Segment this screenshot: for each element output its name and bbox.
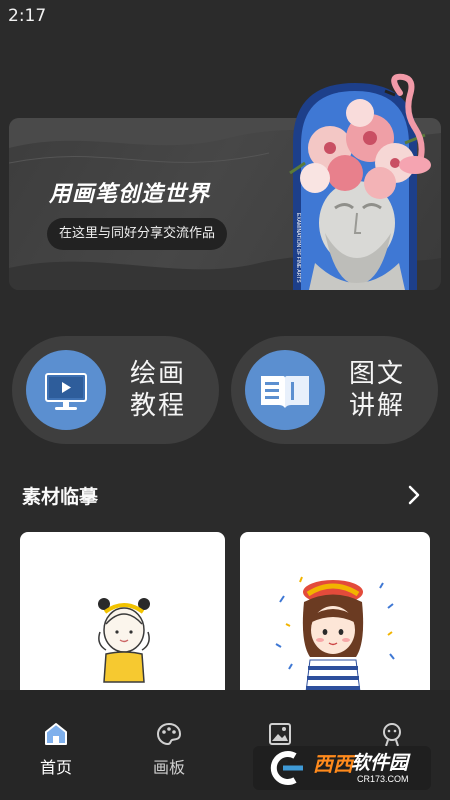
monitor-play-icon — [45, 373, 87, 410]
palette-icon — [156, 722, 182, 746]
banner-art-caption: EXAMINATION OF FINE ARTS — [295, 213, 301, 283]
painting-tutorial-button[interactable]: 绘画教程 — [12, 336, 219, 444]
watermark-domain: CR173.COM — [357, 774, 409, 784]
hero-banner[interactable]: 用画笔创造世界 在这里与同好分享交流作品 EXAMINATION OF FINE… — [9, 73, 441, 290]
statue-flowers-illustration: EXAMINATION OF FINE ARTS — [289, 73, 431, 290]
material-card[interactable] — [240, 532, 430, 712]
nav-home-label: 首页 — [39, 758, 72, 777]
banner-title: 用画笔创造世界 — [49, 182, 211, 207]
illustrated-guide-label: 图文讲解 — [349, 359, 406, 421]
status-time: 2:17 — [8, 6, 47, 26]
girl-with-beret-illustration — [275, 576, 395, 693]
open-book-icon — [261, 376, 309, 408]
chevron-right-icon[interactable] — [404, 484, 424, 506]
status-bar: 2:17 — [0, 0, 450, 34]
nav-canvas[interactable]: 画板 — [139, 720, 199, 782]
material-card[interactable] — [20, 532, 225, 712]
section-title: 素材临摹 — [22, 486, 99, 508]
illustrated-guide-button[interactable]: 图文讲解 — [231, 336, 438, 444]
home-icon — [45, 723, 67, 745]
girl-with-buns-illustration — [98, 598, 150, 683]
painting-tutorial-label: 绘画教程 — [130, 359, 187, 421]
site-watermark: 西西 软件园 CR173.COM — [253, 742, 431, 792]
tutorial-icon-badge — [26, 350, 106, 430]
nav-canvas-label: 画板 — [152, 758, 185, 777]
nav-home[interactable]: 首页 — [26, 720, 86, 782]
watermark-brand-b: 软件园 — [351, 752, 409, 774]
watermark-brand-a: 西西 — [313, 752, 353, 776]
guide-icon-badge — [245, 350, 325, 430]
banner-subtitle-pill: 在这里与同好分享交流作品 — [47, 218, 228, 250]
